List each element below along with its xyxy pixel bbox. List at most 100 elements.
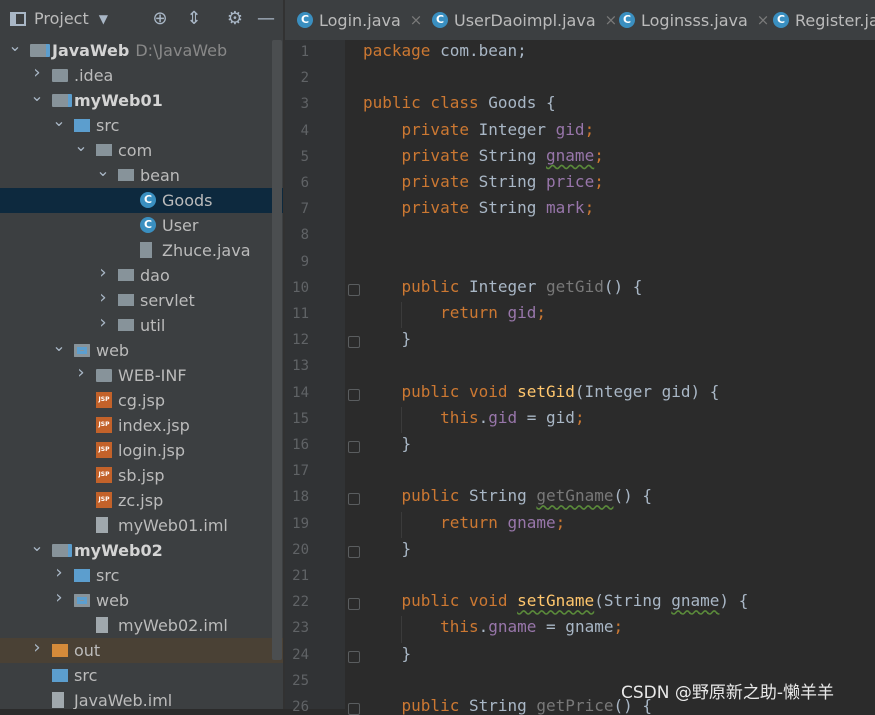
project-scrollbar[interactable] (272, 40, 282, 660)
code-token: ) { (719, 591, 749, 611)
fold-marker-icon[interactable] (348, 388, 360, 401)
fold-marker-icon[interactable] (348, 441, 360, 453)
chevron-down-icon[interactable]: ⌄ (30, 88, 44, 104)
tree-item[interactable]: ⌄ JavaWeb D:\JavaWeb (0, 38, 283, 63)
chevron-down-icon[interactable]: ⌄ (52, 113, 66, 129)
module-folder-icon (52, 94, 72, 107)
line-number: 8 (300, 227, 309, 244)
tree-item[interactable]: myWeb02.iml (0, 613, 283, 638)
chevron-right-icon[interactable]: › (96, 289, 110, 307)
chevron-right-icon[interactable]: › (74, 364, 88, 382)
code-line: return gid; (363, 303, 546, 322)
code-token: private (363, 172, 479, 191)
tree-item[interactable]: ⌄ bean (0, 163, 283, 188)
code-token: String (468, 696, 537, 715)
locate-icon[interactable]: ⊕ (150, 9, 170, 29)
line-number: 23 (292, 620, 309, 637)
tree-item[interactable]: JSP index.jsp (0, 413, 283, 438)
tree-item[interactable]: ⌄ myWeb02 (0, 538, 283, 563)
tree-item-label: out (74, 640, 100, 662)
minimize-icon[interactable]: — (256, 9, 276, 29)
code-line: public Integer getGid() { (363, 277, 643, 296)
line-number: 7 (300, 201, 309, 218)
code-line: this.gid = gid; (363, 408, 585, 427)
tree-item-label: myWeb02 (74, 540, 163, 562)
tree-item[interactable]: ⌄ src (0, 113, 283, 138)
line-number: 24 (292, 646, 309, 663)
collapse-all-icon[interactable]: ⇕ (184, 9, 204, 29)
tree-item[interactable]: C User (0, 213, 283, 238)
editor-tab[interactable]: C UserDaoimpl.java × (432, 0, 617, 40)
fold-marker-icon[interactable] (348, 545, 360, 558)
folder-icon (52, 69, 68, 82)
code-line: public void setGname(String gname) { (363, 591, 749, 611)
tree-item[interactable]: › dao (0, 263, 283, 288)
tree-item[interactable]: › src (0, 563, 283, 588)
code-token: private (363, 119, 479, 139)
code-line: package com.bean; (363, 41, 527, 60)
fold-marker-icon[interactable] (348, 283, 360, 296)
tree-item-label: dao (140, 265, 170, 287)
web-folder-icon (74, 594, 90, 607)
fold-marker-icon[interactable] (348, 493, 360, 506)
chevron-right-icon[interactable]: › (52, 564, 66, 582)
tree-item[interactable]: › util (0, 313, 283, 338)
tree-item-label: .idea (74, 65, 113, 87)
tree-item[interactable]: › .idea (0, 63, 283, 88)
tree-item-label: src (96, 115, 119, 137)
fold-marker-icon[interactable] (348, 703, 360, 715)
chevron-down-icon[interactable]: ⌄ (30, 538, 44, 554)
tree-item[interactable]: ⌄ web (0, 338, 283, 363)
chevron-right-icon[interactable]: › (96, 314, 110, 332)
chevron-right-icon[interactable]: › (30, 64, 44, 82)
editor-tab-label: Login.java (319, 10, 401, 30)
fold-marker-icon[interactable] (348, 650, 360, 663)
chevron-right-icon[interactable]: › (96, 264, 110, 282)
project-view-selector[interactable]: Project ▼ (10, 9, 108, 28)
code-token: gname (488, 617, 537, 637)
gear-icon[interactable]: ⚙ (225, 9, 245, 29)
tree-item[interactable]: › out (0, 638, 283, 663)
tree-item[interactable]: src (0, 663, 283, 688)
code-token: package (363, 41, 441, 60)
line-number: 12 (292, 332, 309, 349)
code-token: } (363, 329, 412, 349)
chevron-right-icon[interactable]: › (52, 589, 66, 607)
close-icon[interactable]: × (757, 11, 770, 29)
chevron-down-icon[interactable]: ⌄ (96, 163, 110, 179)
fold-marker-icon[interactable] (348, 598, 360, 611)
tree-item-label: util (140, 315, 165, 337)
code-token: ; (574, 407, 585, 427)
chevron-right-icon[interactable]: › (30, 639, 44, 657)
chevron-down-icon[interactable]: ⌄ (74, 138, 88, 154)
tree-item[interactable]: myWeb01.iml (0, 513, 283, 538)
editor-tab[interactable]: C Login.java × (297, 0, 422, 40)
tree-item-label: Zhuce.java (162, 240, 251, 262)
tree-item[interactable]: JSP zc.jsp (0, 488, 283, 513)
tree-item[interactable]: JSP login.jsp (0, 438, 283, 463)
tree-item[interactable]: JSP sb.jsp (0, 463, 283, 488)
tree-item-text: User (162, 216, 199, 235)
tree-item[interactable]: JSP cg.jsp (0, 388, 283, 413)
code-token: ; (584, 119, 595, 139)
tree-item[interactable]: › WEB-INF (0, 363, 283, 388)
tree-item[interactable]: ⌄ com (0, 138, 283, 163)
source-folder-icon (74, 569, 90, 582)
tree-item[interactable]: › servlet (0, 288, 283, 313)
tree-item[interactable]: JavaWeb.iml (0, 688, 283, 709)
editor-tab[interactable]: C Loginsss.java × (619, 0, 769, 40)
close-icon[interactable]: × (410, 11, 423, 29)
fold-marker-icon[interactable] (348, 336, 360, 349)
tree-item[interactable]: ⌄ myWeb01 (0, 88, 283, 113)
chevron-down-icon[interactable]: ⌄ (52, 338, 66, 354)
editor-tab[interactable]: C Register.ja (773, 0, 875, 40)
tree-item[interactable]: › web (0, 588, 283, 613)
chevron-down-icon[interactable]: ⌄ (8, 38, 22, 54)
tree-item[interactable]: Zhuce.java (0, 238, 283, 263)
close-icon[interactable]: × (605, 11, 618, 29)
chevron-down-icon: ▼ (98, 11, 108, 26)
project-panel-header: Project ▼ ⊕ ⇕ ⚙ — (0, 0, 283, 40)
jsp-file-icon: JSP (96, 492, 112, 508)
code-token: setGid (517, 381, 575, 401)
tree-item[interactable]: C Goods (0, 188, 283, 213)
